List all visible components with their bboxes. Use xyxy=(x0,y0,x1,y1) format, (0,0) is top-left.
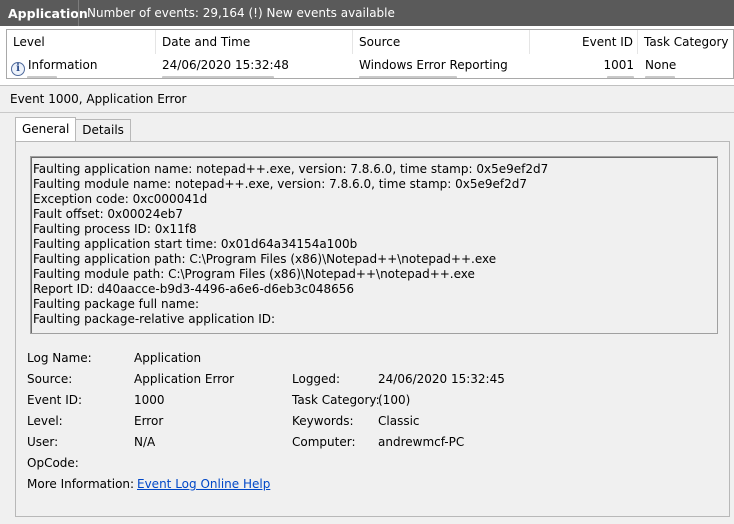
task-category-label: Task Category: xyxy=(292,393,380,407)
opcode-label: OpCode: xyxy=(27,456,79,470)
tab-general[interactable]: General xyxy=(15,117,77,141)
tab-details[interactable]: Details xyxy=(75,119,131,141)
partial-row-source xyxy=(359,76,457,78)
partial-row-event-id xyxy=(607,76,634,78)
level-label: Level: xyxy=(27,414,63,428)
row-event-id: 1001 xyxy=(603,58,634,72)
description-line: Faulting application start time: 0x01d64… xyxy=(33,237,358,251)
description-line: Faulting application name: notepad++.exe… xyxy=(33,162,549,176)
column-header-source[interactable]: Source xyxy=(353,30,530,54)
description-line: Faulting process ID: 0x11f8 xyxy=(33,222,197,236)
event-description-box[interactable]: Faulting application name: notepad++.exe… xyxy=(30,156,718,334)
user-value: N/A xyxy=(134,435,156,449)
row-task-category: None xyxy=(645,58,677,72)
general-tab-content: Faulting application name: notepad++.exe… xyxy=(15,141,730,517)
column-header-date-time[interactable]: Date and Time xyxy=(156,30,353,54)
event-log-online-help-link[interactable]: Event Log Online Help xyxy=(137,476,270,492)
computer-value: andrewmcf-PC xyxy=(378,435,465,449)
computer-label: Computer: xyxy=(292,435,356,449)
log-header-bar: Application Number of events: 29,164 (!)… xyxy=(0,0,734,26)
level-value: Error xyxy=(134,414,164,428)
event-id-label: Event ID: xyxy=(27,393,83,407)
event-detail-pane: Event 1000, Application Error General De… xyxy=(0,85,734,524)
partial-row-date xyxy=(162,76,274,78)
description-line: Faulting module path: C:\Program Files (… xyxy=(33,267,475,281)
log-title: Application xyxy=(8,5,88,21)
partial-row-category xyxy=(645,76,675,78)
column-header-event-id[interactable]: Event ID xyxy=(530,30,638,54)
detail-tabs: General Details xyxy=(15,117,131,141)
keywords-value: Classic xyxy=(378,414,420,428)
logged-value: 24/06/2020 15:32:45 xyxy=(378,372,505,386)
description-line: Exception code: 0xc000041d xyxy=(33,192,208,206)
source-value: Application Error xyxy=(134,372,235,386)
row-date-time: 24/06/2020 15:32:48 xyxy=(162,58,289,72)
logged-label: Logged: xyxy=(292,372,341,386)
description-line: Faulting application path: C:\Program Fi… xyxy=(33,252,497,266)
log-name-value: Application xyxy=(134,351,202,365)
more-information-label: More Information: xyxy=(27,477,135,491)
description-line: Fault offset: 0x00024eb7 xyxy=(33,207,183,221)
description-line: Faulting package-relative application ID… xyxy=(33,312,276,326)
source-label: Source: xyxy=(27,372,73,386)
event-detail-title: Event 1000, Application Error xyxy=(0,86,734,113)
column-header-level[interactable]: Level xyxy=(7,30,156,54)
row-level: Information xyxy=(28,58,98,72)
description-line: Faulting module name: notepad++.exe, ver… xyxy=(33,177,528,191)
description-line: Faulting package full name: xyxy=(33,297,200,311)
row-source: Windows Error Reporting xyxy=(359,58,508,72)
task-category-value: (100) xyxy=(378,393,411,407)
row-level-cell: i Information xyxy=(11,57,98,76)
description-line: Report ID: d40aacce-b9d3-4496-a6e6-d6eb3… xyxy=(33,282,355,296)
user-label: User: xyxy=(27,435,59,449)
table-row-partial[interactable] xyxy=(7,74,733,78)
column-header-task-category[interactable]: Task Category xyxy=(638,30,733,54)
event-id-value: 1000 xyxy=(134,393,165,407)
event-count-info: Number of events: 29,164 (!) New events … xyxy=(87,6,395,20)
log-name-label: Log Name: xyxy=(27,351,92,365)
events-table[interactable]: Level Date and Time Source Event ID Task… xyxy=(6,29,734,79)
partial-row-level xyxy=(27,76,57,78)
keywords-label: Keywords: xyxy=(292,414,354,428)
